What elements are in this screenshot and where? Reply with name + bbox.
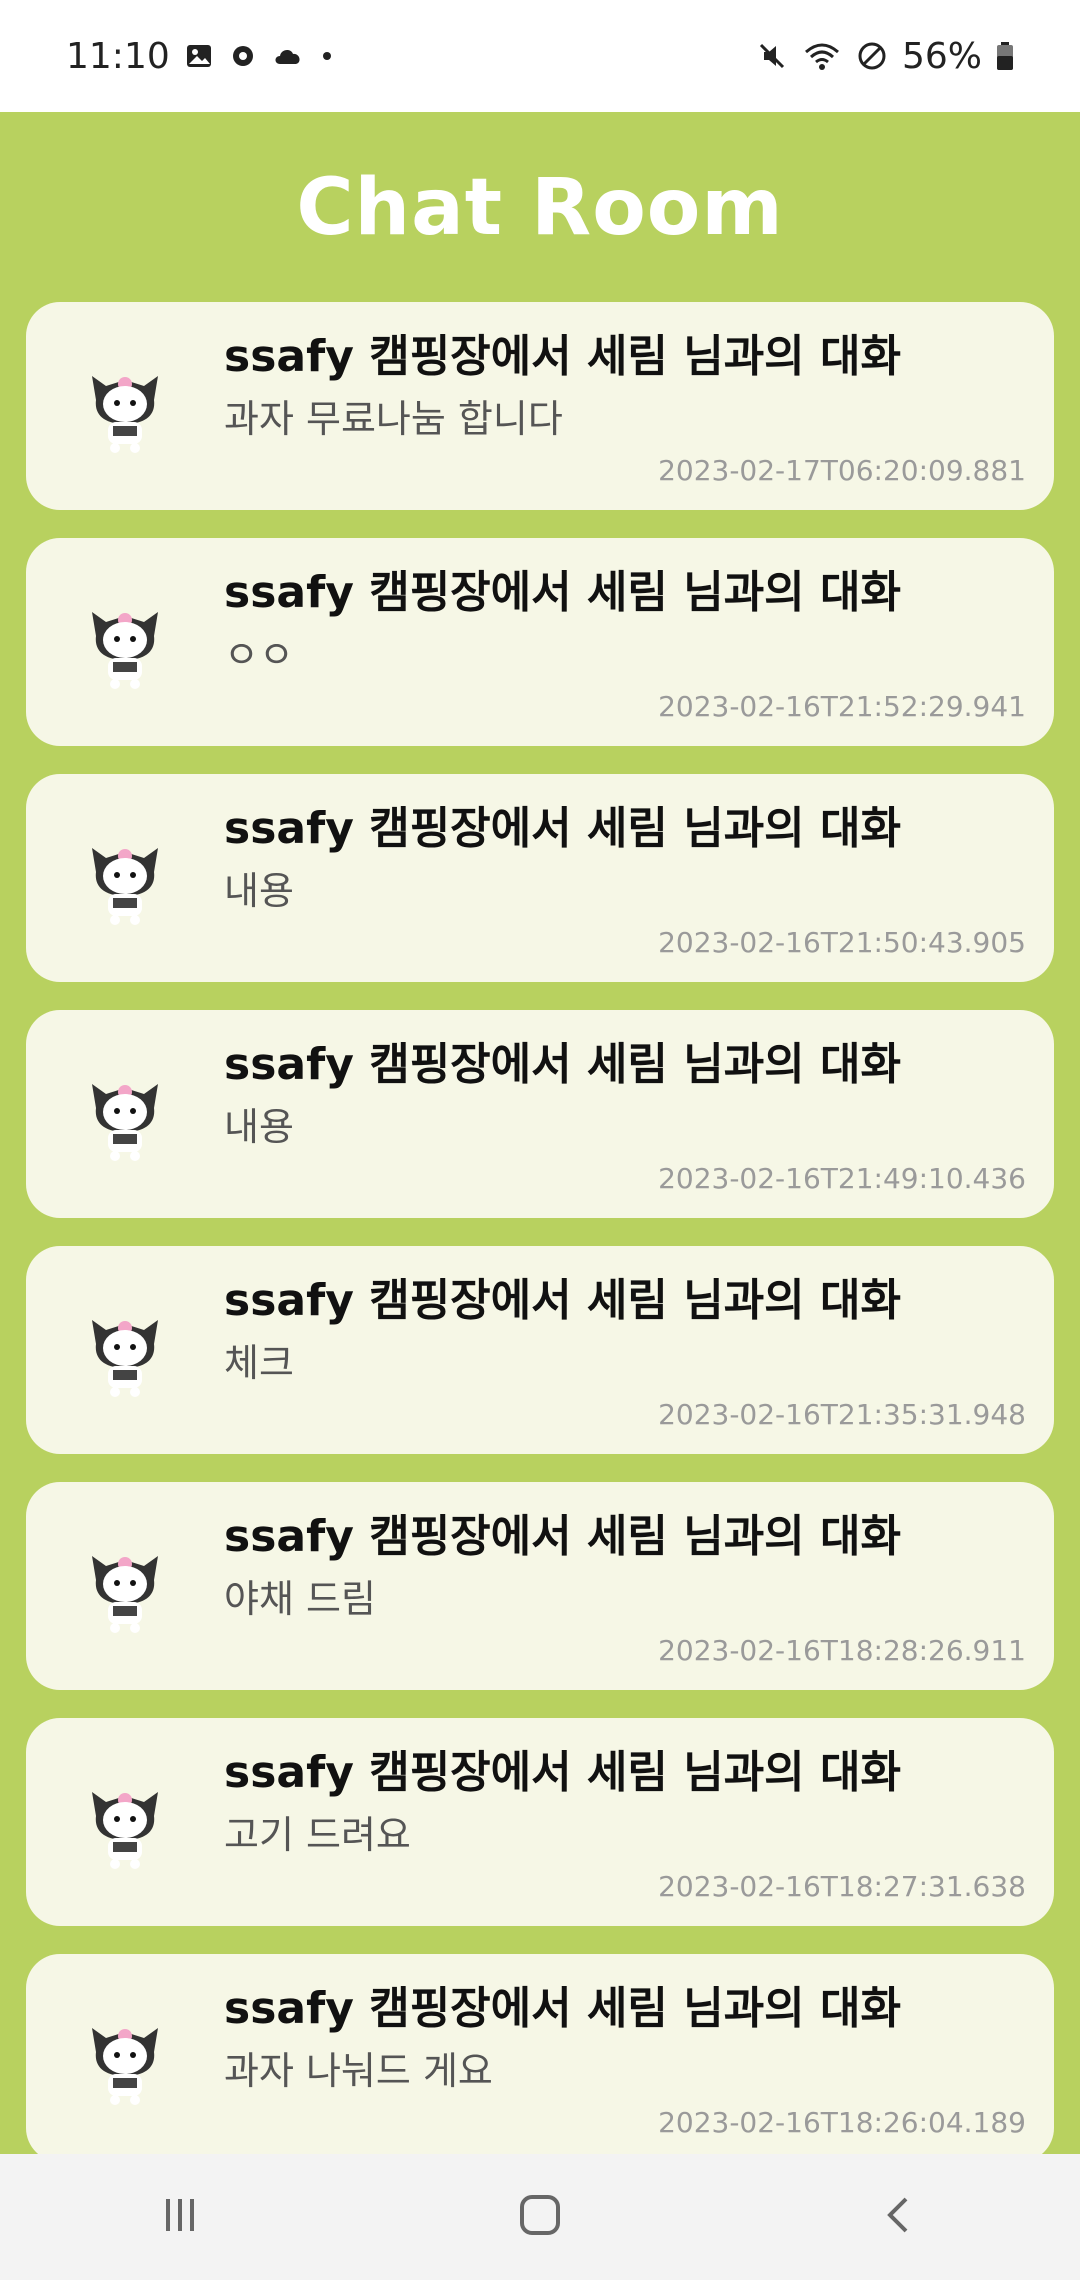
- avatar: [84, 2018, 166, 2108]
- avatar: [84, 1310, 166, 1400]
- chat-room-item[interactable]: ssafy 캠핑장에서 세림 님과의 대화 ㅇㅇ 2023-02-16T21:5…: [26, 538, 1054, 746]
- status-time: 11:10: [66, 35, 170, 77]
- chat-room-item[interactable]: ssafy 캠핑장에서 세림 님과의 대화 야채 드림 2023-02-16T1…: [26, 1482, 1054, 1690]
- chat-room-item[interactable]: ssafy 캠핑장에서 세림 님과의 대화 고기 드려요 2023-02-16T…: [26, 1718, 1054, 1926]
- status-bar: 11:10 56%: [0, 0, 1080, 112]
- cloud-icon: [272, 44, 306, 68]
- status-left: 11:10: [66, 36, 334, 77]
- avatar: [84, 838, 166, 928]
- chat-room-item[interactable]: ssafy 캠핑장에서 세림 님과의 대화 내용 2023-02-16T21:5…: [26, 774, 1054, 982]
- chat-room-title: ssafy 캠핑장에서 세림 님과의 대화: [224, 331, 901, 382]
- gallery-icon: [184, 41, 214, 71]
- battery-icon: [996, 41, 1014, 71]
- chat-room-item[interactable]: ssafy 캠핑장에서 세림 님과의 대화 내용 2023-02-16T21:4…: [26, 1010, 1054, 1218]
- avatar: [84, 602, 166, 692]
- chat-room-timestamp: 2023-02-16T21:35:31.948: [658, 1398, 1026, 1431]
- settings-icon: [228, 41, 258, 71]
- chat-room-timestamp: 2023-02-16T18:27:31.638: [658, 1870, 1026, 1903]
- back-icon: [876, 2191, 924, 2243]
- chat-room-timestamp: 2023-02-17T06:20:09.881: [658, 454, 1026, 487]
- avatar: [84, 1546, 166, 1636]
- chat-room-last-message: 내용: [224, 869, 294, 913]
- chat-room-timestamp: 2023-02-16T21:52:29.941: [658, 690, 1026, 723]
- chat-room-last-message: 내용: [224, 1105, 294, 1149]
- chat-room-timestamp: 2023-02-16T21:50:43.905: [658, 926, 1026, 959]
- blocked-icon: [856, 40, 888, 72]
- page-title: Chat Room: [296, 163, 784, 253]
- chat-room-list: ssafy 캠핑장에서 세림 님과의 대화 과자 무료나눔 합니다 2023-0…: [26, 302, 1054, 2154]
- chat-room-title: ssafy 캠핑장에서 세림 님과의 대화: [224, 1747, 901, 1798]
- chat-room-last-message: 야채 드림: [224, 1577, 376, 1621]
- recent-apps-icon: [156, 2191, 204, 2243]
- chat-room-last-message: 체크: [224, 1341, 294, 1385]
- chat-room-title: ssafy 캠핑장에서 세림 님과의 대화: [224, 567, 901, 618]
- avatar: [84, 366, 166, 456]
- chat-room-item[interactable]: ssafy 캠핑장에서 세림 님과의 대화 과자 나눠드 게요 2023-02-…: [26, 1954, 1054, 2154]
- avatar: [84, 1074, 166, 1164]
- chat-room-last-message: 과자 무료나눔 합니다: [224, 397, 563, 441]
- chat-room-last-message: ㅇㅇ: [224, 633, 294, 677]
- chat-room-title: ssafy 캠핑장에서 세림 님과의 대화: [224, 803, 901, 854]
- chat-room-timestamp: 2023-02-16T21:49:10.436: [658, 1162, 1026, 1195]
- chat-room-title: ssafy 캠핑장에서 세림 님과의 대화: [224, 1275, 901, 1326]
- back-button[interactable]: [840, 2177, 960, 2257]
- home-icon: [516, 2191, 564, 2243]
- chat-room-screen: Chat Room ssafy 캠핑장에서 세림 님과의 대화 과자 무료나눔 …: [0, 112, 1080, 2154]
- status-right: 56%: [756, 36, 1014, 77]
- wifi-icon: [802, 40, 842, 72]
- dot-icon: [320, 49, 334, 63]
- chat-room-last-message: 고기 드려요: [224, 1813, 411, 1857]
- chat-room-item[interactable]: ssafy 캠핑장에서 세림 님과의 대화 체크 2023-02-16T21:3…: [26, 1246, 1054, 1454]
- battery-text: 56%: [901, 35, 982, 77]
- mute-icon: [756, 40, 788, 72]
- system-navigation-bar: [0, 2154, 1080, 2280]
- home-button[interactable]: [480, 2177, 600, 2257]
- chat-room-title: ssafy 캠핑장에서 세림 님과의 대화: [224, 1511, 901, 1562]
- chat-room-item[interactable]: ssafy 캠핑장에서 세림 님과의 대화 과자 무료나눔 합니다 2023-0…: [26, 302, 1054, 510]
- avatar: [84, 1782, 166, 1872]
- chat-room-timestamp: 2023-02-16T18:28:26.911: [658, 1634, 1026, 1667]
- chat-room-timestamp: 2023-02-16T18:26:04.189: [658, 2106, 1026, 2139]
- recent-apps-button[interactable]: [120, 2177, 240, 2257]
- chat-room-title: ssafy 캠핑장에서 세림 님과의 대화: [224, 1039, 901, 1090]
- chat-room-last-message: 과자 나눠드 게요: [224, 2049, 493, 2093]
- chat-room-title: ssafy 캠핑장에서 세림 님과의 대화: [224, 1983, 901, 2034]
